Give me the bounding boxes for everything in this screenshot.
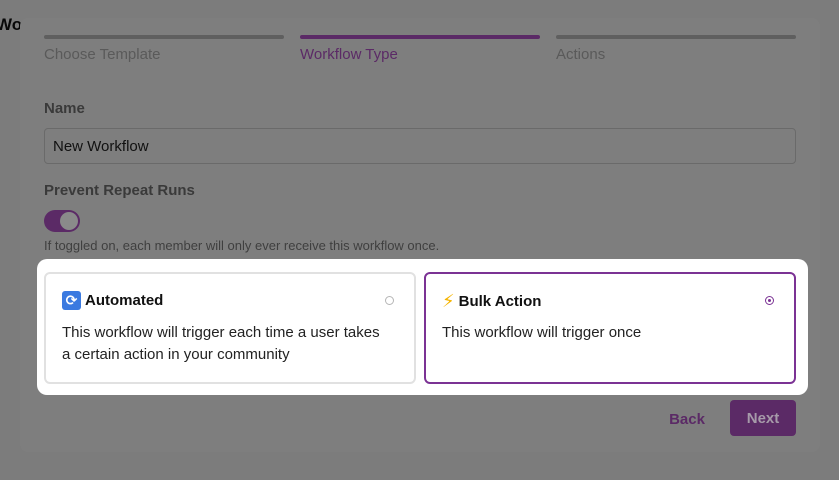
- repeat-arrows-icon: ⟳: [62, 291, 81, 310]
- back-button[interactable]: Back: [656, 401, 718, 437]
- stepper: Choose Template Workflow Type Actions: [44, 35, 796, 75]
- option-title: ⟳ Automated: [62, 291, 163, 310]
- option-title-text: Bulk Action: [458, 293, 542, 310]
- option-title: ⚡ Bulk Action: [442, 291, 541, 312]
- step-actions[interactable]: Actions: [556, 35, 796, 63]
- prevent-repeat-toggle[interactable]: [44, 210, 80, 232]
- step-label: Workflow Type: [300, 46, 398, 63]
- workflow-name-input[interactable]: [44, 128, 796, 164]
- option-description: This workflow will trigger each time a u…: [62, 324, 380, 363]
- prevent-repeat-helper-text: If toggled on, each member will only eve…: [44, 238, 440, 253]
- step-choose-template[interactable]: Choose Template: [44, 35, 284, 63]
- step-label: Choose Template: [44, 46, 161, 63]
- step-progress-bar: [300, 35, 540, 39]
- lightning-bolt-icon: ⚡: [442, 291, 455, 311]
- workflow-type-options: ⟳ Automated This workflow will trigger e…: [37, 259, 808, 395]
- prevent-repeat-label: Prevent Repeat Runs: [44, 182, 195, 199]
- step-progress-bar: [556, 35, 796, 39]
- option-description: This workflow will trigger once: [442, 324, 642, 341]
- step-progress-bar: [44, 35, 284, 39]
- radio-automated[interactable]: [385, 296, 394, 305]
- next-button[interactable]: Next: [730, 400, 796, 436]
- step-label: Actions: [556, 46, 606, 63]
- option-bulk-action[interactable]: ⚡ Bulk Action This workflow will trigger…: [424, 272, 796, 384]
- name-label: Name: [44, 100, 85, 117]
- step-workflow-type[interactable]: Workflow Type: [300, 35, 540, 63]
- option-automated[interactable]: ⟳ Automated This workflow will trigger e…: [44, 272, 416, 384]
- radio-bulk-action[interactable]: [765, 296, 774, 305]
- option-title-text: Automated: [85, 292, 164, 309]
- toggle-knob: [60, 212, 78, 230]
